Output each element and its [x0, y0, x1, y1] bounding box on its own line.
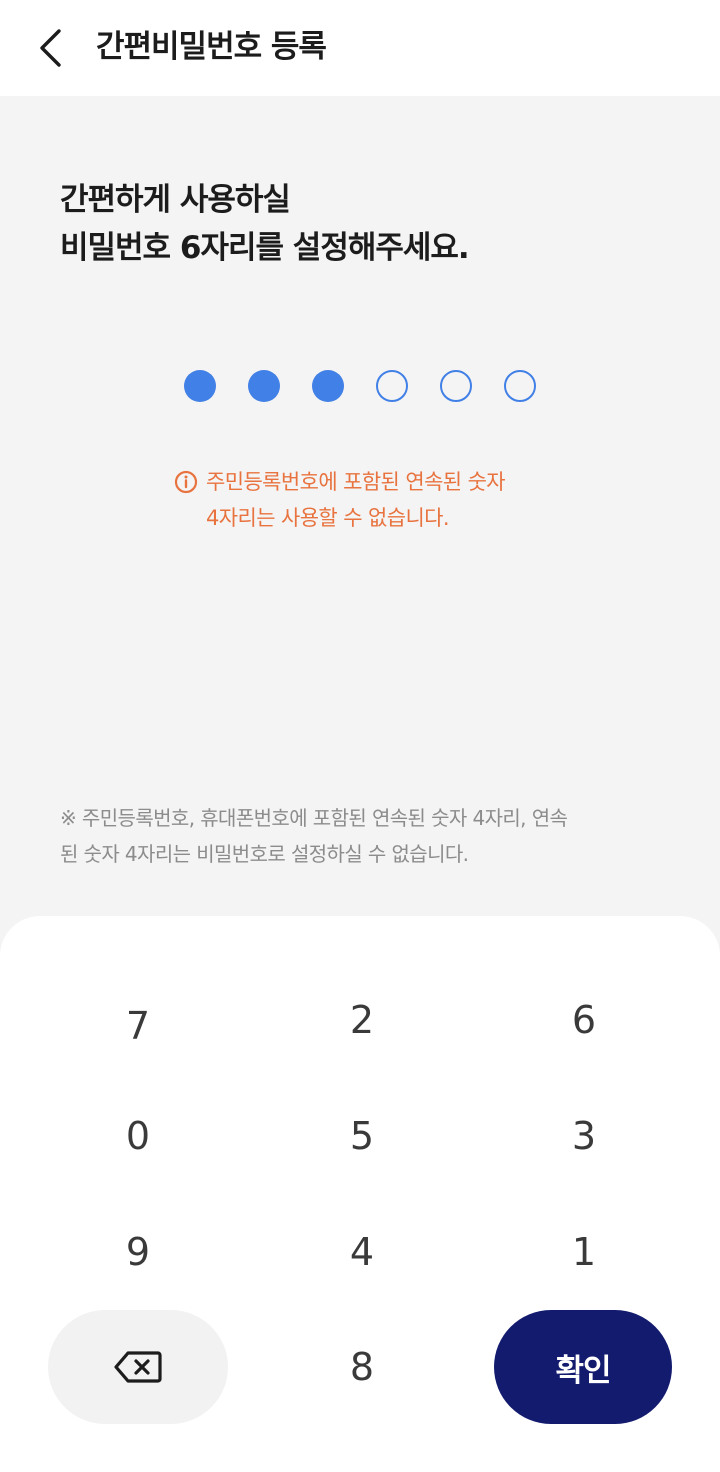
pin-dot	[184, 370, 216, 402]
notice-line-2: 된 숫자 4자리는 비밀번호로 설정하실 수 없습니다.	[60, 842, 469, 866]
password-rule-notice: ※ 주민등록번호, 휴대폰번호에 포함된 연속된 숫자 4자리, 연속 된 숫자…	[60, 800, 680, 872]
key-digit[interactable]: 1	[494, 1202, 674, 1302]
error-text-line-1: 주민등록번호에 포함된 연속된 숫자	[206, 470, 506, 494]
backspace-icon	[114, 1351, 162, 1383]
instruction-line-2: 비밀번호 6자리를 설정해주세요.	[60, 230, 470, 266]
instruction-line-1: 간편하게 사용하실	[60, 182, 291, 218]
key-digit[interactable]: 6	[494, 970, 674, 1070]
key-digit[interactable]: 2	[272, 970, 452, 1070]
info-circle-icon	[174, 470, 198, 494]
number-keypad: 7 2 6 0 5 3 9 4 1 8 확인	[0, 916, 720, 1472]
pin-dot	[440, 370, 472, 402]
key-digit[interactable]: 8	[272, 1317, 452, 1417]
page-title: 간편비밀번호 등록	[96, 29, 327, 65]
pin-dot	[504, 370, 536, 402]
back-button[interactable]	[26, 22, 74, 74]
key-digit[interactable]: 5	[272, 1086, 452, 1186]
key-digit[interactable]: 3	[494, 1086, 674, 1186]
pin-dot	[312, 370, 344, 402]
error-message: 주민등록번호에 포함된 연속된 숫자 4자리는 사용할 수 없습니다.	[174, 464, 506, 536]
key-digit[interactable]: 7	[48, 976, 228, 1076]
error-text-line-2: 4자리는 사용할 수 없습니다.	[206, 506, 450, 530]
confirm-button[interactable]: 확인	[494, 1310, 672, 1424]
chevron-left-icon	[40, 29, 61, 67]
key-digit[interactable]: 4	[272, 1202, 452, 1302]
instruction-heading: 간편하게 사용하실 비밀번호 6자리를 설정해주세요.	[60, 176, 470, 272]
notice-line-1: ※ 주민등록번호, 휴대폰번호에 포함된 연속된 숫자 4자리, 연속	[60, 806, 568, 830]
key-digit[interactable]: 0	[48, 1086, 228, 1186]
backspace-button[interactable]	[48, 1310, 228, 1424]
pin-dot	[248, 370, 280, 402]
pin-dot	[376, 370, 408, 402]
pin-indicator	[184, 370, 536, 402]
key-digit[interactable]: 9	[48, 1202, 228, 1302]
app-header: 간편비밀번호 등록	[0, 0, 720, 96]
